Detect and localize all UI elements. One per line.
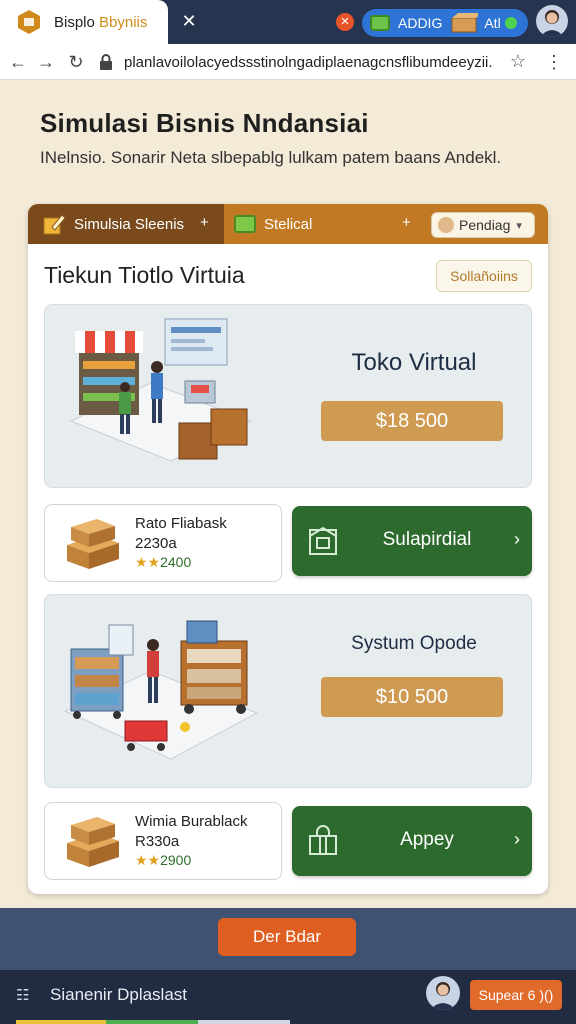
extension-pill[interactable]: ADDIG Atl <box>362 9 528 37</box>
star-icon: ★★ <box>135 554 161 570</box>
user-avatar[interactable] <box>426 976 460 1010</box>
solutions-button[interactable]: Sollañoiins <box>436 260 532 292</box>
box-icon <box>451 13 479 33</box>
product-card[interactable]: Wimia Burablack R330a ★★2900 <box>44 802 282 880</box>
pending-dropdown[interactable]: Pendiag ▾ <box>431 212 535 238</box>
feature-title: Toko Virtual <box>351 349 477 376</box>
grid-icon <box>370 15 390 31</box>
reload-icon[interactable]: ↻ <box>64 50 88 74</box>
bottom-action-band: Der Bdar <box>0 908 576 970</box>
tab-statistics-label: Stelical <box>264 215 313 233</box>
section-title: Tiekun Tiotlo Virtuia <box>44 262 245 288</box>
action-button[interactable]: Sulapirdial › <box>292 506 532 576</box>
add-tab-icon[interactable]: + <box>200 214 209 231</box>
package-icon <box>309 526 337 555</box>
bookmark-star-icon[interactable]: ☆ <box>510 51 526 72</box>
status-button[interactable]: Supear 6 )() <box>470 980 562 1010</box>
page-subtitle: INelnsio. Sonarir Neta slbepablg lulkam … <box>40 148 502 167</box>
product-rating: ★★2900 <box>135 852 192 868</box>
store-illustration <box>69 318 253 462</box>
action-label: Sulapirdial <box>382 529 472 550</box>
person-icon <box>540 10 564 37</box>
progress-segment <box>16 1020 106 1024</box>
extension-icon[interactable]: ✕ <box>336 13 354 31</box>
list-icon[interactable]: ☷ <box>16 986 34 1004</box>
status-bar: ☷ Sianenir Dplaslast Supear 6 )() <box>0 970 576 1024</box>
progress-segment <box>106 1020 198 1024</box>
boxes-icon <box>67 519 119 569</box>
chevron-right-icon: › <box>514 829 520 849</box>
action-button[interactable]: Appey › <box>292 806 532 876</box>
price-button[interactable]: $10 500 <box>321 677 503 717</box>
pending-label: Pendiag <box>459 217 511 233</box>
url-text: planlavoilolacyedssstinolngadiplaenagcns… <box>124 53 493 71</box>
browser-tab-bar: Bisplo Bbyniis ✕ ✕ ADDIG Atl <box>0 0 576 44</box>
primary-button[interactable]: Der Bdar <box>218 918 356 956</box>
chevron-down-icon: ▾ <box>516 219 522 232</box>
product-name: Wimia Burablack <box>135 813 248 830</box>
lock-icon <box>100 54 112 70</box>
address-bar: ← → ↻ planlavoilolacyedssstinolngadiplae… <box>0 44 576 80</box>
tab-simulation-label: Simulsia Sleenis <box>74 215 185 233</box>
grid-icon <box>234 215 256 233</box>
browser-tab[interactable]: Bisplo Bbyniis <box>0 0 168 44</box>
action-label: Appey <box>400 829 454 850</box>
status-text: Sianenir Dplaslast <box>50 985 188 1004</box>
back-arrow-icon[interactable]: ← <box>6 50 30 74</box>
chevron-right-icon: › <box>514 529 520 549</box>
profile-avatar[interactable] <box>536 5 568 37</box>
feature-panel-system: Systum Opode $10 500 <box>44 594 532 788</box>
pill-label: ADDIG <box>398 15 443 31</box>
tab-statistics[interactable]: Stelical <box>234 204 354 244</box>
shopping-bag-icon <box>309 825 337 855</box>
forward-arrow-icon[interactable]: → <box>34 50 58 74</box>
person-icon <box>430 982 456 1010</box>
boxes-icon <box>67 817 119 867</box>
tab-title: Bisplo Bbyniis <box>54 13 148 31</box>
progress-segment <box>198 1020 290 1024</box>
close-tab-icon[interactable]: ✕ <box>178 10 200 32</box>
tab-simulation[interactable]: Simulsia Sleenis + <box>28 204 224 244</box>
app-logo-icon <box>18 10 40 34</box>
product-name: Rato Fliabask <box>135 515 227 532</box>
pill-label-secondary: Atl <box>484 15 501 31</box>
simulation-card: Simulsia Sleenis + Stelical + Pendiag ▾ … <box>28 204 548 894</box>
card-tab-bar: Simulsia Sleenis + Stelical + Pendiag ▾ <box>28 204 548 244</box>
product-code: 2230a <box>135 535 177 552</box>
product-rating: ★★2400 <box>135 554 192 570</box>
feature-panel-virtual-store: Toko Virtual $18 500 <box>44 304 532 488</box>
page-title: Simulasi Bisnis Nndansiai <box>40 108 369 138</box>
url-field[interactable]: planlavoilolacyedssstinolngadiplaenagcns… <box>98 49 530 75</box>
star-icon: ★★ <box>135 852 161 868</box>
feature-title: Systum Opode <box>351 633 477 654</box>
person-icon <box>438 217 454 233</box>
product-card[interactable]: Rato Fliabask 2230a ★★2400 <box>44 504 282 582</box>
add-tab-icon[interactable]: + <box>402 214 411 231</box>
pencil-box-icon <box>43 214 66 235</box>
online-status-dot <box>504 17 517 29</box>
product-code: R330a <box>135 833 180 850</box>
menu-dots-icon[interactable]: ⋮ <box>544 50 564 74</box>
price-button[interactable]: $18 500 <box>321 401 503 441</box>
warehouse-illustration <box>63 620 259 760</box>
